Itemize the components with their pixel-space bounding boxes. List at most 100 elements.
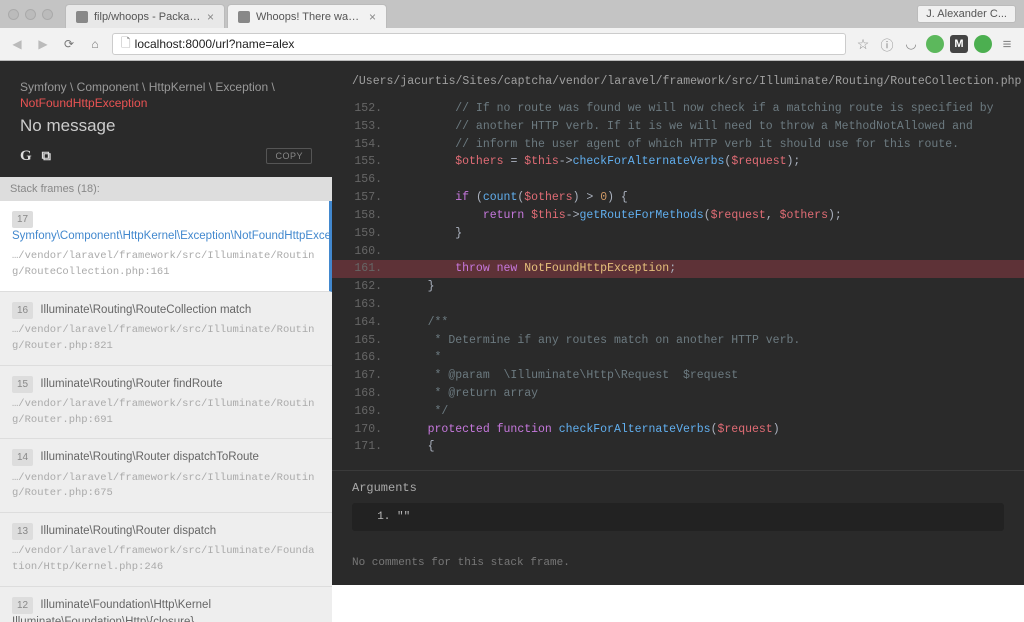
- code-content: // inform the user agent of which HTTP v…: [400, 136, 959, 154]
- exception-namespace: Symfony \ Component \ HttpKernel \ Excep…: [20, 79, 312, 96]
- back-button[interactable]: ◀: [8, 35, 26, 53]
- reload-button[interactable]: ⟳: [60, 35, 78, 53]
- code-block: 152. // If no route was found we will no…: [332, 96, 1024, 470]
- stack-frame[interactable]: 15 Illuminate\Routing\Router findRoute…/…: [0, 366, 332, 440]
- code-content: * @param \Illuminate\Http\Request $reque…: [400, 367, 738, 385]
- exception-header: Symfony \ Component \ HttpKernel \ Excep…: [0, 61, 332, 177]
- browser-tab[interactable]: filp/whoops - Packagist ×: [65, 4, 225, 28]
- forward-button[interactable]: ▶: [34, 35, 52, 53]
- code-line: 154. // inform the user agent of which H…: [332, 136, 1024, 154]
- line-number: 159.: [352, 225, 400, 243]
- line-number: 171.: [352, 438, 400, 456]
- url-input[interactable]: 🗋 localhost:8000/url?name=alex: [112, 33, 846, 55]
- bookmark-icon[interactable]: [854, 35, 872, 53]
- stack-frame[interactable]: 16 Illuminate\Routing\RouteCollection ma…: [0, 292, 332, 366]
- stack-frame[interactable]: 14 Illuminate\Routing\Router dispatchToR…: [0, 439, 332, 513]
- arguments-title: Arguments: [352, 481, 1004, 495]
- comments-section: No comments for this stack frame.: [332, 547, 1024, 585]
- tab-title: Whoops! There was an err: [256, 11, 363, 23]
- arguments-list: 1. "": [352, 503, 1004, 531]
- code-content: */: [400, 403, 448, 421]
- code-content: // another HTTP verb. If it is we will n…: [400, 118, 973, 136]
- code-line: 162. }: [332, 278, 1024, 296]
- frame-path: …/vendor/laravel/framework/src/Illuminat…: [12, 471, 320, 503]
- code-content: throw new NotFoundHttpException;: [400, 260, 676, 278]
- close-tab-icon[interactable]: ×: [369, 10, 376, 24]
- right-panel: /Users/jacurtis/Sites/captcha/vendor/lar…: [332, 61, 1024, 622]
- line-number: 153.: [352, 118, 400, 136]
- line-number: 164.: [352, 314, 400, 332]
- frame-path: …/vendor/laravel/framework/src/Illuminat…: [12, 544, 320, 576]
- line-number: 170.: [352, 421, 400, 439]
- code-content: /**: [400, 314, 448, 332]
- minimize-window-icon[interactable]: [25, 9, 36, 20]
- exception-message: No message: [20, 116, 312, 136]
- extension-icon[interactable]: M: [950, 35, 968, 53]
- address-bar: ◀ ▶ ⟳ ⌂ 🗋 localhost:8000/url?name=alex M: [0, 28, 1024, 60]
- copy-button[interactable]: COPY: [266, 148, 312, 164]
- tab-title: filp/whoops - Packagist: [94, 11, 201, 23]
- extension-icon[interactable]: [926, 35, 944, 53]
- code-line: 169. */: [332, 403, 1024, 421]
- code-content: * @return array: [400, 385, 538, 403]
- code-content: protected function checkForAlternateVerb…: [400, 421, 780, 439]
- code-line: 160.: [332, 243, 1024, 261]
- code-line: 156.: [332, 171, 1024, 189]
- code-line: 164. /**: [332, 314, 1024, 332]
- code-content: *: [400, 349, 441, 367]
- zoom-window-icon[interactable]: [42, 9, 53, 20]
- line-number: 162.: [352, 278, 400, 296]
- grammarly-icon[interactable]: [974, 35, 992, 53]
- stackoverflow-search-icon[interactable]: ⧉: [42, 148, 51, 164]
- close-tab-icon[interactable]: ×: [207, 10, 214, 24]
- line-number: 156.: [352, 171, 400, 189]
- tab-bar: filp/whoops - Packagist×Whoops! There wa…: [0, 0, 1024, 28]
- line-number: 161.: [352, 260, 400, 278]
- code-panel: /Users/jacurtis/Sites/captcha/vendor/lar…: [332, 61, 1024, 585]
- environment-section: Environment & details: GET Dataname"alex…: [332, 585, 1024, 622]
- frame-number: 16: [12, 302, 33, 319]
- code-content: }: [400, 225, 462, 243]
- code-content: return $this->getRouteForMethods($reques…: [400, 207, 842, 225]
- frame-path: …/vendor/laravel/framework/src/Illuminat…: [12, 323, 320, 355]
- window-controls: [8, 9, 53, 20]
- page-content: Symfony \ Component \ HttpKernel \ Excep…: [0, 61, 1024, 622]
- frame-path: …/vendor/laravel/framework/src/Illuminat…: [12, 397, 320, 429]
- code-content: {: [400, 438, 435, 456]
- code-line: 163.: [332, 296, 1024, 314]
- stack-frames-list[interactable]: 17 Symfony\Component\HttpKernel\Exceptio…: [0, 201, 332, 622]
- profile-button[interactable]: J. Alexander C...: [917, 5, 1016, 23]
- menu-icon[interactable]: [998, 35, 1016, 53]
- frame-number: 14: [12, 449, 33, 466]
- favicon-icon: [238, 11, 250, 23]
- code-line: 159. }: [332, 225, 1024, 243]
- code-content: // If no route was found we will now che…: [400, 100, 994, 118]
- google-search-icon[interactable]: G: [20, 148, 32, 165]
- stack-frame[interactable]: 17 Symfony\Component\HttpKernel\Exceptio…: [0, 201, 332, 292]
- frame-title: Illuminate\Routing\Router dispatch: [40, 525, 216, 537]
- frame-title: Symfony\Component\HttpKernel\Exception\N…: [12, 230, 332, 242]
- stack-frame[interactable]: 12 Illuminate\Foundation\Http\Kernel Ill…: [0, 587, 332, 622]
- exception-name: NotFoundHttpException: [20, 96, 312, 110]
- line-number: 168.: [352, 385, 400, 403]
- info-icon[interactable]: [878, 35, 896, 53]
- line-number: 167.: [352, 367, 400, 385]
- code-content: }: [400, 278, 435, 296]
- line-number: 152.: [352, 100, 400, 118]
- code-line: 153. // another HTTP verb. If it is we w…: [332, 118, 1024, 136]
- line-number: 155.: [352, 153, 400, 171]
- close-window-icon[interactable]: [8, 9, 19, 20]
- code-line: 152. // If no route was found we will no…: [332, 100, 1024, 118]
- stack-frame[interactable]: 13 Illuminate\Routing\Router dispatch…/v…: [0, 513, 332, 587]
- browser-chrome: filp/whoops - Packagist×Whoops! There wa…: [0, 0, 1024, 61]
- line-number: 154.: [352, 136, 400, 154]
- pocket-icon[interactable]: [902, 35, 920, 53]
- frames-header: Stack frames (18):: [0, 177, 332, 201]
- file-path: /Users/jacurtis/Sites/captcha/vendor/lar…: [332, 61, 1024, 96]
- code-line: 161. throw new NotFoundHttpException;: [332, 260, 1024, 278]
- code-line: 166. *: [332, 349, 1024, 367]
- arguments-section: Arguments 1. "": [332, 470, 1024, 547]
- home-button[interactable]: ⌂: [86, 35, 104, 53]
- code-line: 155. $others = $this->checkForAlternateV…: [332, 153, 1024, 171]
- browser-tab[interactable]: Whoops! There was an err ×: [227, 4, 387, 28]
